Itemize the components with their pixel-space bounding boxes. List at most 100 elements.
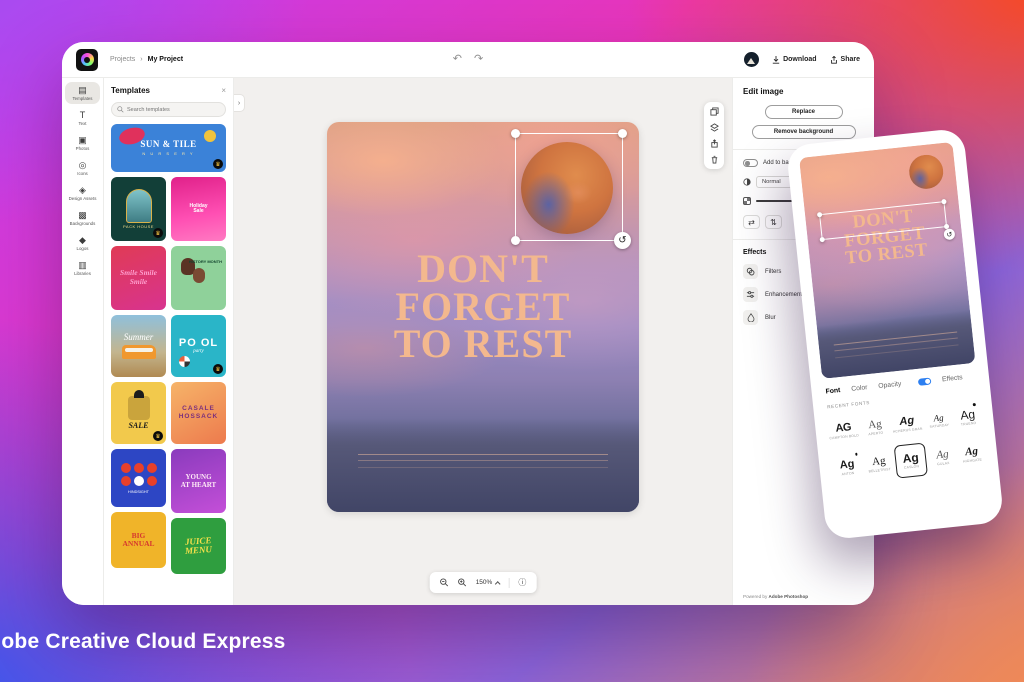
photos-icon: ▣ bbox=[78, 136, 87, 145]
font-sample: Ag bbox=[868, 418, 883, 430]
help-info-icon[interactable]: ⓘ bbox=[518, 577, 526, 588]
template-thumbnail[interactable]: PACK HOUSE ♛ bbox=[111, 177, 166, 241]
template-subtitle: ANNUAL bbox=[122, 540, 154, 548]
close-icon[interactable]: × bbox=[221, 86, 226, 95]
selection-box[interactable]: ↺ bbox=[515, 133, 623, 241]
font-option[interactable]: Ag ACHERUS GRAN bbox=[890, 406, 925, 442]
search-templates-field[interactable] bbox=[111, 102, 226, 117]
template-art bbox=[179, 356, 190, 367]
panel-collapse-button[interactable]: › bbox=[234, 94, 245, 112]
template-thumbnail[interactable]: JUICE MENU bbox=[171, 518, 226, 574]
font-option[interactable]: Ag ANTON bbox=[830, 449, 865, 485]
libraries-icon: ▥ bbox=[78, 261, 87, 270]
duplicate-icon[interactable] bbox=[710, 107, 719, 116]
sidebar-label: Icons bbox=[77, 171, 88, 176]
delete-icon[interactable] bbox=[710, 155, 719, 164]
template-thumbnail[interactable]: BIG ANNUAL bbox=[111, 512, 166, 568]
phone-design-artboard[interactable]: DON'T FORGET TO REST ↺ bbox=[799, 142, 975, 379]
design-text[interactable]: DON'T FORGET TO REST bbox=[327, 250, 639, 363]
tab-color[interactable]: Color bbox=[851, 384, 868, 393]
zoom-out-icon[interactable] bbox=[440, 578, 449, 587]
selection-handle[interactable] bbox=[511, 236, 520, 245]
download-button[interactable]: Download bbox=[772, 56, 816, 64]
redo-icon[interactable]: ↷ bbox=[474, 54, 483, 65]
flip-vertical-button[interactable]: ⇅ bbox=[765, 215, 782, 229]
zoom-in-icon[interactable] bbox=[458, 578, 467, 587]
top-bar: Projects › My Project ↶ ↷ Download Share bbox=[62, 42, 874, 78]
premium-crown-icon: ♛ bbox=[153, 228, 163, 238]
font-sample: Ag bbox=[965, 445, 979, 457]
breadcrumb-current[interactable]: My Project bbox=[148, 56, 183, 63]
template-thumbnail[interactable]: SUN & TILE N U R S E R Y ♛ bbox=[111, 124, 226, 172]
zoom-level-dropdown[interactable]: 150% bbox=[476, 579, 500, 586]
tab-font[interactable]: Font bbox=[825, 387, 840, 396]
template-subtitle: AT HEART bbox=[181, 481, 216, 489]
font-option[interactable]: Ag BELLETRIST bbox=[864, 446, 894, 482]
tab-opacity[interactable]: Opacity bbox=[878, 381, 902, 390]
font-option[interactable]: Ag SATURDAY bbox=[924, 403, 954, 439]
sidebar-item-templates[interactable]: ▤ Templates bbox=[65, 82, 100, 104]
creative-cloud-logo[interactable] bbox=[76, 49, 98, 71]
layers-icon[interactable] bbox=[710, 123, 719, 132]
chevron-up-icon bbox=[494, 581, 500, 587]
template-thumbnail[interactable]: HISTORY MONTH bbox=[171, 246, 226, 310]
effects-item-label: Enhancements bbox=[765, 292, 805, 298]
share-button[interactable]: Share bbox=[830, 56, 860, 64]
template-thumbnail[interactable]: Summer bbox=[111, 315, 166, 377]
effects-toggle[interactable] bbox=[918, 377, 932, 385]
search-input[interactable] bbox=[127, 107, 217, 113]
sidebar-item-logos[interactable]: ◆ Logos bbox=[65, 232, 100, 254]
template-thumbnail[interactable]: SALE ♛ bbox=[111, 382, 166, 444]
font-label: GULAX bbox=[937, 461, 950, 466]
sidebar-item-backgrounds[interactable]: ▩ Backgrounds bbox=[65, 207, 100, 229]
tab-effects[interactable]: Effects bbox=[942, 374, 963, 383]
text-icon: T bbox=[80, 111, 86, 120]
rotate-handle-icon[interactable]: ↺ bbox=[614, 232, 631, 249]
sidebar-label: Backgrounds bbox=[70, 221, 96, 226]
sidebar-item-icons[interactable]: ◎ Icons bbox=[65, 157, 100, 179]
sidebar-item-design-assets[interactable]: ◈ Design Assets bbox=[65, 182, 100, 204]
sidebar-item-photos[interactable]: ▣ Photos bbox=[65, 132, 100, 154]
font-sample: Ag bbox=[872, 455, 887, 467]
font-option-selected[interactable]: Ag CASLON bbox=[893, 442, 928, 478]
template-thumbnail[interactable]: YOUNG AT HEART bbox=[171, 449, 226, 513]
sidebar-item-text[interactable]: T Text bbox=[65, 107, 100, 129]
premium-crown-icon: ♛ bbox=[213, 159, 223, 169]
font-label: TRUENO bbox=[961, 421, 977, 427]
font-sample: AG bbox=[835, 422, 852, 435]
selection-handle[interactable] bbox=[511, 129, 520, 138]
breadcrumb-projects[interactable]: Projects bbox=[110, 56, 135, 63]
opacity-icon bbox=[743, 197, 751, 205]
template-thumbnail[interactable]: Holiday Sale bbox=[171, 177, 226, 241]
flip-horizontal-button[interactable]: ⇄ bbox=[743, 215, 760, 229]
bring-forward-icon[interactable] bbox=[710, 139, 719, 148]
selection-handle[interactable] bbox=[618, 129, 627, 138]
template-art bbox=[193, 268, 205, 283]
topbar-actions: Download Share bbox=[744, 52, 860, 67]
template-thumbnail[interactable]: CASALE HOSSACK bbox=[171, 382, 226, 444]
font-label: ANTON bbox=[841, 471, 854, 476]
add-to-background-toggle[interactable] bbox=[743, 159, 758, 167]
sidebar-item-libraries[interactable]: ▥ Libraries bbox=[65, 257, 100, 279]
font-option[interactable]: Ag HIGHGATE bbox=[957, 436, 987, 472]
font-option[interactable]: Ag GULAX bbox=[928, 439, 958, 475]
zoom-level-value: 150% bbox=[476, 579, 493, 586]
avatar[interactable] bbox=[744, 52, 759, 67]
font-option[interactable]: Ag APERTO bbox=[860, 409, 890, 445]
selection-handle[interactable] bbox=[817, 212, 822, 217]
font-option[interactable]: Ag TRUENO bbox=[953, 400, 983, 436]
tablet-mockup: Projects › My Project ↶ ↷ Download Share bbox=[62, 42, 874, 605]
template-thumbnail[interactable]: HINDSIGHT bbox=[111, 449, 166, 507]
premium-crown-icon: ♛ bbox=[213, 364, 223, 374]
replace-button[interactable]: Replace bbox=[765, 105, 843, 119]
template-title: HISTORY MONTH bbox=[189, 260, 222, 265]
remove-background-button[interactable]: Remove background bbox=[752, 125, 856, 139]
template-thumbnail[interactable]: Smile Smile Smile bbox=[111, 246, 166, 310]
sea-image bbox=[327, 418, 639, 512]
font-option[interactable]: AG CAMPTON BOLD bbox=[826, 412, 861, 448]
undo-icon[interactable]: ↶ bbox=[453, 54, 462, 65]
design-artboard[interactable]: ↺ DON'T FORGET TO REST bbox=[327, 122, 639, 512]
design-text-line: FORGET bbox=[327, 288, 639, 326]
template-thumbnail[interactable]: PO OL party ♛ bbox=[171, 315, 226, 377]
breadcrumb-separator: › bbox=[140, 56, 142, 63]
